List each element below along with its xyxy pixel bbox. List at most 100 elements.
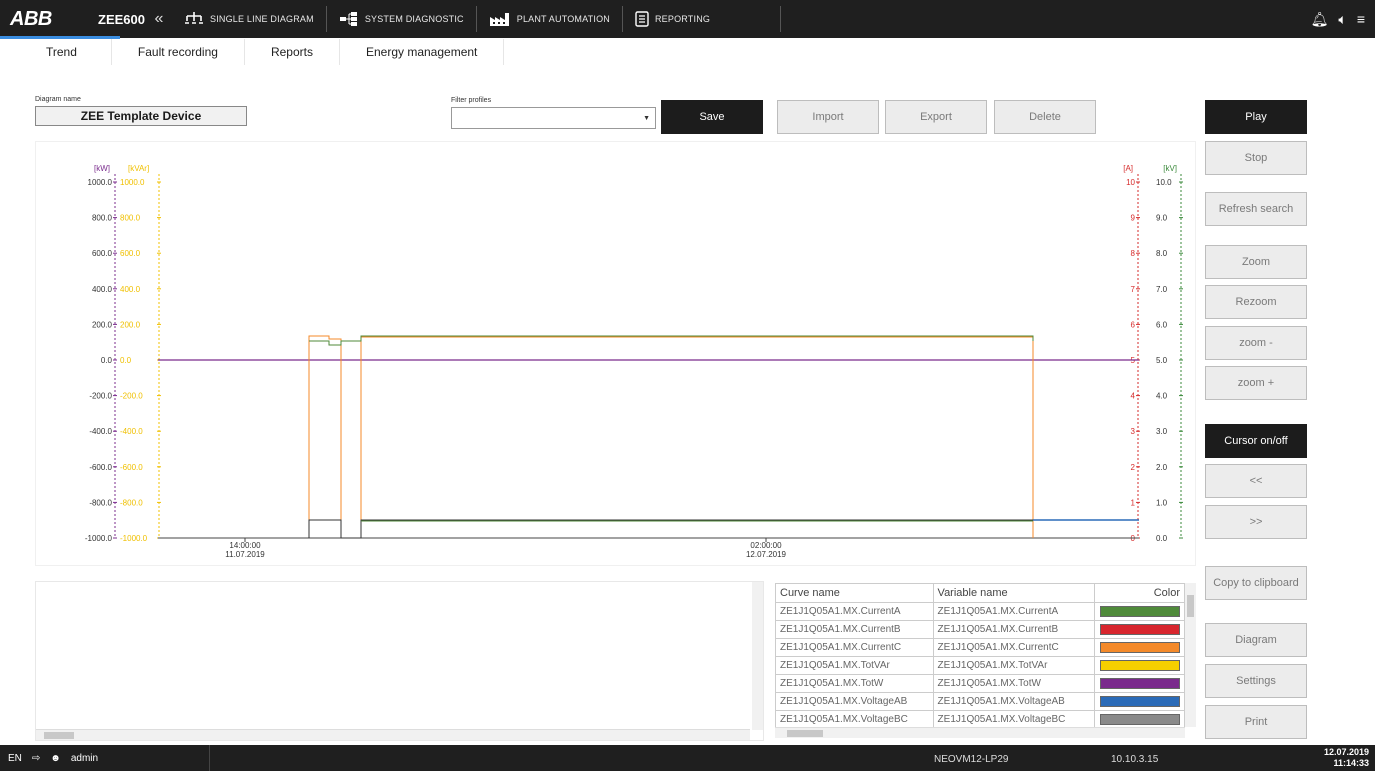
table-row[interactable]: ZE1J1Q05A1.MX.CurrentB ZE1J1Q05A1.MX.Curr… xyxy=(775,620,1185,639)
plant-automation-icon xyxy=(489,13,509,26)
tab-fault-recording[interactable]: Fault recording xyxy=(112,39,245,65)
color-cell[interactable] xyxy=(1094,620,1185,639)
table-row[interactable]: ZE1J1Q05A1.MX.CurrentC ZE1J1Q05A1.MX.Curr… xyxy=(775,638,1185,657)
horizontal-scrollbar[interactable] xyxy=(36,729,750,740)
nav-plant-automation[interactable]: PLANT AUTOMATION xyxy=(477,0,622,38)
color-cell[interactable] xyxy=(1094,602,1185,621)
table-row[interactable]: ZE1J1Q05A1.MX.TotW ZE1J1Q05A1.MX.TotW xyxy=(775,674,1185,693)
delete-button[interactable]: Delete xyxy=(994,100,1096,134)
top-nav: SINGLE LINE DIAGRAM SYSTEM DIAGNOSTIC PL… xyxy=(172,0,782,38)
axis-tick-label: 8.0 xyxy=(1156,249,1168,258)
column-header[interactable]: Variable name xyxy=(932,583,1096,603)
filter-profiles-select[interactable]: ▼ xyxy=(451,107,656,129)
axis-tick-label: 9.0 xyxy=(1156,214,1168,223)
axis-tick-label: -200.0 xyxy=(120,392,143,401)
trend-chart-panel[interactable]: [kW] 1000.0 800.0 600.0 400.0 200.0 0.0 -200.0-… xyxy=(35,141,1196,566)
color-cell[interactable] xyxy=(1094,656,1185,675)
axis-unit-label: [kW] xyxy=(94,164,110,173)
axis-tick-label: 7 xyxy=(1131,285,1136,294)
cursor-next-button[interactable]: >> xyxy=(1205,505,1307,539)
tab-reports[interactable]: Reports xyxy=(245,39,340,65)
zoom-button[interactable]: Zoom xyxy=(1205,245,1307,279)
bell-icon[interactable]: 🔔︎ xyxy=(1311,11,1329,28)
color-swatch[interactable] xyxy=(1100,678,1180,689)
variable-name-cell: ZE1J1Q05A1.MX.CurrentC xyxy=(932,638,1096,657)
zoom-minus-button[interactable]: zoom - xyxy=(1205,326,1307,360)
curve-currentc xyxy=(308,335,1034,539)
color-swatch[interactable] xyxy=(1100,714,1180,725)
nav-system-diagnostic[interactable]: SYSTEM DIAGNOSTIC xyxy=(327,0,476,38)
nav-label: SYSTEM DIAGNOSTIC xyxy=(364,14,464,24)
nav-reporting[interactable]: REPORTING xyxy=(623,0,722,38)
tab-trend[interactable]: Trend xyxy=(0,39,112,65)
variable-name-cell: ZE1J1Q05A1.MX.TotVAr xyxy=(932,656,1096,675)
column-header[interactable]: Curve name xyxy=(775,583,934,603)
color-swatch[interactable] xyxy=(1100,696,1180,707)
axis-tick-label: 200.0 xyxy=(120,320,141,329)
color-swatch[interactable] xyxy=(1100,606,1180,617)
x-tick-time: 02:00:00 xyxy=(750,541,782,550)
menu-icon[interactable]: ≡ xyxy=(1357,11,1365,27)
logout-icon[interactable]: ⇨ xyxy=(32,753,40,764)
curve-name-cell: ZE1J1Q05A1.MX.TotW xyxy=(775,674,934,693)
table-row[interactable]: ZE1J1Q05A1.MX.VoltageAB ZE1J1Q05A1.MX.Vol… xyxy=(775,692,1185,711)
variable-name-cell: ZE1J1Q05A1.MX.TotW xyxy=(932,674,1096,693)
axis-tick-label: 10 xyxy=(1126,178,1135,187)
cursor-prev-button[interactable]: << xyxy=(1205,464,1307,498)
diagram-name-field[interactable]: ZEE Template Device xyxy=(35,106,247,126)
color-swatch[interactable] xyxy=(1100,624,1180,635)
axis-unit-label: [kV] xyxy=(1163,164,1177,173)
axis-tick-label: 600.0 xyxy=(120,249,141,258)
language-selector[interactable]: EN xyxy=(8,753,22,764)
print-button[interactable]: Print xyxy=(1205,705,1307,739)
color-cell[interactable] xyxy=(1094,692,1185,711)
axis-tick-label: 1000.0 xyxy=(120,178,145,187)
curve-name-cell: ZE1J1Q05A1.MX.CurrentC xyxy=(775,638,934,657)
axis-tick-label: -600.0 xyxy=(89,463,112,472)
curve-name-cell: ZE1J1Q05A1.MX.CurrentB xyxy=(775,620,934,639)
table-row[interactable]: ZE1J1Q05A1.MX.VoltageBC ZE1J1Q05A1.MX.Vol… xyxy=(775,710,1185,729)
axis-tick-label: -1000.0 xyxy=(120,534,148,543)
collapse-icon[interactable]: « xyxy=(146,10,172,28)
rezoom-button[interactable]: Rezoom xyxy=(1205,285,1307,319)
color-swatch[interactable] xyxy=(1100,660,1180,671)
axis-tick-label: 800.0 xyxy=(120,214,141,223)
vertical-scrollbar[interactable] xyxy=(752,582,763,730)
curve-name-cell: ZE1J1Q05A1.MX.CurrentA xyxy=(775,602,934,621)
legend-vertical-scrollbar[interactable] xyxy=(1185,583,1196,727)
axis-tick-label: 9 xyxy=(1131,214,1136,223)
stop-button[interactable]: Stop xyxy=(1205,141,1307,175)
color-cell[interactable] xyxy=(1094,638,1185,657)
cursor-toggle-button[interactable]: Cursor on/off xyxy=(1205,424,1307,458)
import-button[interactable]: Import xyxy=(777,100,879,134)
axis-tick-label: -800.0 xyxy=(120,498,143,507)
zoom-plus-button[interactable]: zoom + xyxy=(1205,366,1307,400)
save-button[interactable]: Save xyxy=(661,100,763,134)
export-button[interactable]: Export xyxy=(885,100,987,134)
tab-energy-management[interactable]: Energy management xyxy=(340,39,505,65)
column-header[interactable]: Color xyxy=(1094,583,1185,603)
nav-label: SINGLE LINE DIAGRAM xyxy=(210,14,314,24)
variable-name-cell: ZE1J1Q05A1.MX.VoltageAB xyxy=(932,692,1096,711)
settings-button[interactable]: Settings xyxy=(1205,664,1307,698)
event-list-panel[interactable] xyxy=(35,581,764,741)
nav-single-line-diagram[interactable]: SINGLE LINE DIAGRAM xyxy=(172,0,326,38)
color-cell[interactable] xyxy=(1094,710,1185,729)
axis-tick-label: 0.0 xyxy=(1156,534,1168,543)
table-row[interactable]: ZE1J1Q05A1.MX.CurrentA ZE1J1Q05A1.MX.Curr… xyxy=(775,602,1185,621)
legend-horizontal-scrollbar[interactable] xyxy=(775,727,1185,738)
trend-chart[interactable]: [kW]1000.0800.0600.0400.0200.00.0-200.0-… xyxy=(36,142,1197,567)
speaker-icon[interactable]: 🔈︎ xyxy=(1338,11,1346,28)
axis-tick-label: 7.0 xyxy=(1156,285,1168,294)
table-row[interactable]: ZE1J1Q05A1.MX.TotVAr ZE1J1Q05A1.MX.TotVAr xyxy=(775,656,1185,675)
diagram-button[interactable]: Diagram xyxy=(1205,623,1307,657)
color-cell[interactable] xyxy=(1094,674,1185,693)
refresh-search-button[interactable]: Refresh search xyxy=(1205,192,1307,226)
diagram-name-label: Diagram name xyxy=(35,96,81,103)
single-line-diagram-icon xyxy=(185,12,203,24)
copy-to-clipboard-button[interactable]: Copy to clipboard xyxy=(1205,566,1307,600)
subtabs: Trend Fault recording Reports Energy man… xyxy=(0,39,505,65)
axis-tick-label: 1 xyxy=(1131,498,1136,507)
color-swatch[interactable] xyxy=(1100,642,1180,653)
play-button[interactable]: Play xyxy=(1205,100,1307,134)
